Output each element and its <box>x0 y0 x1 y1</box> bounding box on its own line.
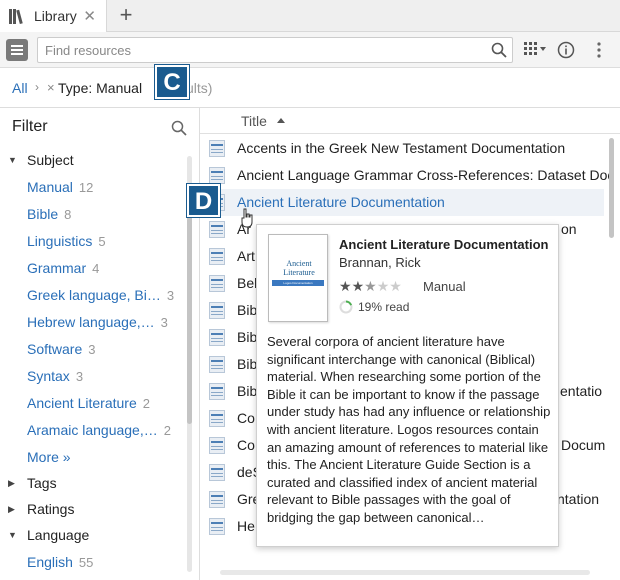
facet-item[interactable]: Syntax 3 <box>27 368 83 384</box>
filter-group-subject[interactable]: ▼ Subject <box>8 152 74 168</box>
filter-panel: Filter ▼ Subject Manual 12 Bible 8 Linguis… <box>0 108 200 580</box>
hand-cursor-icon <box>241 208 253 228</box>
callout-d: D <box>187 184 220 217</box>
facet-item[interactable]: Ancient Literature 2 <box>27 395 150 411</box>
resource-tooltip: Ancient Literature Logos Documentation A… <box>256 224 559 547</box>
row-title-tail: Docum <box>561 437 606 453</box>
book-icon <box>209 518 225 535</box>
tab-bar: Library ✕ + <box>0 0 620 32</box>
row-title-tail: on <box>561 221 577 237</box>
chevron-down-icon: ▼ <box>8 530 17 540</box>
cover-subtitle: Logos Documentation <box>283 281 313 285</box>
chevron-right-icon: ▶ <box>8 477 15 488</box>
cover-title: Ancient Literature <box>283 259 315 277</box>
table-row[interactable]: Accents in the Greek New Testament Docum… <box>200 135 604 162</box>
book-icon <box>209 356 225 373</box>
facet-item[interactable]: Manual 12 <box>27 179 93 195</box>
info-icon[interactable] <box>557 41 575 59</box>
sort-ascending-icon <box>277 118 285 123</box>
filter-group-tags[interactable]: ▶ Tags <box>8 475 57 491</box>
book-icon <box>209 302 225 319</box>
table-row[interactable]: Ancient Language Grammar Cross-Reference… <box>200 162 614 189</box>
star-icon: ★ <box>339 278 352 294</box>
table-row[interactable]: Ancient Literature Documentation <box>200 189 604 216</box>
half-star-icon: ★ <box>364 278 377 294</box>
book-icon <box>209 437 225 454</box>
tooltip-description: Several corpora of ancient literature ha… <box>267 334 551 525</box>
tooltip-author: Brannan, Rick <box>339 255 421 270</box>
book-icon <box>209 383 225 400</box>
horizontal-scrollbar[interactable] <box>220 570 590 575</box>
chevron-right-icon: › <box>35 80 39 94</box>
tab-library[interactable]: Library ✕ <box>0 0 107 32</box>
book-icon <box>209 464 225 481</box>
result-count: ults) <box>186 80 213 96</box>
column-header[interactable]: Title <box>200 108 620 134</box>
book-icon <box>209 410 225 427</box>
star-icon: ★ <box>389 278 402 294</box>
star-rating: ★★★★★ <box>339 278 402 295</box>
new-tab-button[interactable]: + <box>114 3 138 27</box>
facet-item[interactable]: Bible 8 <box>27 206 71 222</box>
progress-ring-icon <box>339 300 353 314</box>
book-icon <box>209 248 225 265</box>
row-title-tail: entatio <box>560 383 603 399</box>
tooltip-read-progress: 19% read <box>358 300 410 314</box>
search-input[interactable] <box>38 38 478 62</box>
column-title: Title <box>241 113 267 129</box>
book-icon <box>209 275 225 292</box>
view-options-icon[interactable] <box>524 42 550 58</box>
book-icon <box>209 491 225 508</box>
row-title-tail: ntation <box>557 491 600 507</box>
tooltip-type: Manual <box>423 279 466 294</box>
facet-item[interactable]: Linguistics 5 <box>27 233 106 249</box>
facet-item[interactable]: English 55 <box>27 554 93 570</box>
more-link[interactable]: More » <box>27 449 71 465</box>
chevron-down-icon: ▼ <box>8 155 17 165</box>
library-icon <box>9 9 23 24</box>
breadcrumb-all[interactable]: All <box>12 80 28 96</box>
tab-label: Library <box>34 8 77 24</box>
star-icon: ★ <box>376 278 390 294</box>
close-icon[interactable]: ✕ <box>83 7 96 25</box>
callout-c: C <box>155 65 189 99</box>
breadcrumb-filter[interactable]: Type: Manual <box>58 80 142 96</box>
results-scrollbar[interactable] <box>609 138 615 570</box>
remove-filter-icon[interactable]: × <box>47 80 55 95</box>
toolbar <box>0 32 620 68</box>
filter-scrollbar[interactable] <box>187 156 192 572</box>
book-icon <box>209 329 225 346</box>
book-icon <box>209 221 225 238</box>
facet-item[interactable]: Grammar 4 <box>27 260 99 276</box>
filter-group-language[interactable]: ▼ Language <box>8 527 89 543</box>
menu-button[interactable] <box>6 39 28 61</box>
breadcrumb: All › × Type: Manual ults) <box>0 68 620 108</box>
filter-group-ratings[interactable]: ▶ Ratings <box>8 501 74 517</box>
search-box <box>37 37 513 63</box>
facet-item[interactable]: Hebrew language,… 3 <box>27 314 168 330</box>
tooltip-title: Ancient Literature Documentation <box>339 237 549 252</box>
search-icon[interactable] <box>491 42 507 58</box>
star-icon: ★ <box>351 278 365 294</box>
book-icon <box>209 140 225 157</box>
more-vertical-icon[interactable] <box>596 41 602 59</box>
chevron-right-icon: ▶ <box>8 503 15 514</box>
facet-item[interactable]: Software 3 <box>27 341 95 357</box>
facet-item[interactable]: Greek language, Bi… 3 <box>27 287 174 303</box>
book-icon <box>209 167 225 184</box>
book-cover: Ancient Literature Logos Documentation <box>268 234 328 322</box>
facet-item[interactable]: Aramaic language,… 2 <box>27 422 171 438</box>
search-icon[interactable] <box>171 120 187 136</box>
filter-title: Filter <box>12 118 48 135</box>
